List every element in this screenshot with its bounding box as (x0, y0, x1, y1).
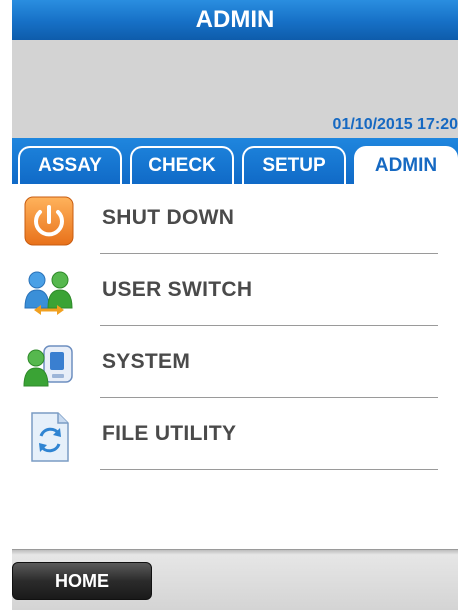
menu-item-shut-down[interactable]: SHUT DOWN (12, 184, 458, 254)
tab-admin-label: ADMIN (374, 155, 438, 176)
tab-bar: ASSAY CHECK SETUP ADMIN (12, 138, 458, 184)
power-icon (24, 196, 74, 246)
divider (100, 325, 438, 326)
user-switch-icon (24, 271, 73, 315)
divider (100, 253, 438, 254)
file-utility-icon (31, 412, 69, 462)
window-title: ADMIN (195, 6, 275, 33)
datetime-display: 01/10/2015 17:20 (332, 116, 458, 133)
menu-item-label: SYSTEM (102, 350, 191, 373)
footer-bar: HOME (12, 549, 458, 610)
menu-item-system[interactable]: SYSTEM (12, 328, 458, 398)
divider (100, 397, 438, 398)
app-frame: ADMIN 01/10/2015 17:20 ASSAY CHECK SETUP… (12, 0, 458, 610)
tab-check-label: CHECK (148, 155, 216, 176)
home-button[interactable]: HOME (12, 562, 152, 600)
tab-setup[interactable]: SETUP (242, 146, 346, 184)
menu-item-file-utility[interactable]: FILE UTILITY (12, 400, 458, 470)
tab-assay-label: ASSAY (38, 155, 102, 176)
divider (100, 469, 438, 470)
menu-item-label: FILE UTILITY (102, 422, 237, 445)
tab-admin[interactable]: ADMIN (354, 146, 458, 184)
tab-check[interactable]: CHECK (130, 146, 234, 184)
home-button-label: HOME (55, 570, 109, 591)
info-area: 01/10/2015 17:20 (12, 40, 458, 138)
title-bar: ADMIN (12, 0, 458, 40)
system-icon (23, 345, 73, 387)
menu-item-label: SHUT DOWN (102, 206, 235, 229)
menu-item-label: USER SWITCH (102, 278, 253, 301)
tab-assay[interactable]: ASSAY (18, 146, 122, 184)
menu-item-user-switch[interactable]: USER SWITCH (12, 256, 458, 326)
tab-setup-label: SETUP (262, 155, 326, 176)
